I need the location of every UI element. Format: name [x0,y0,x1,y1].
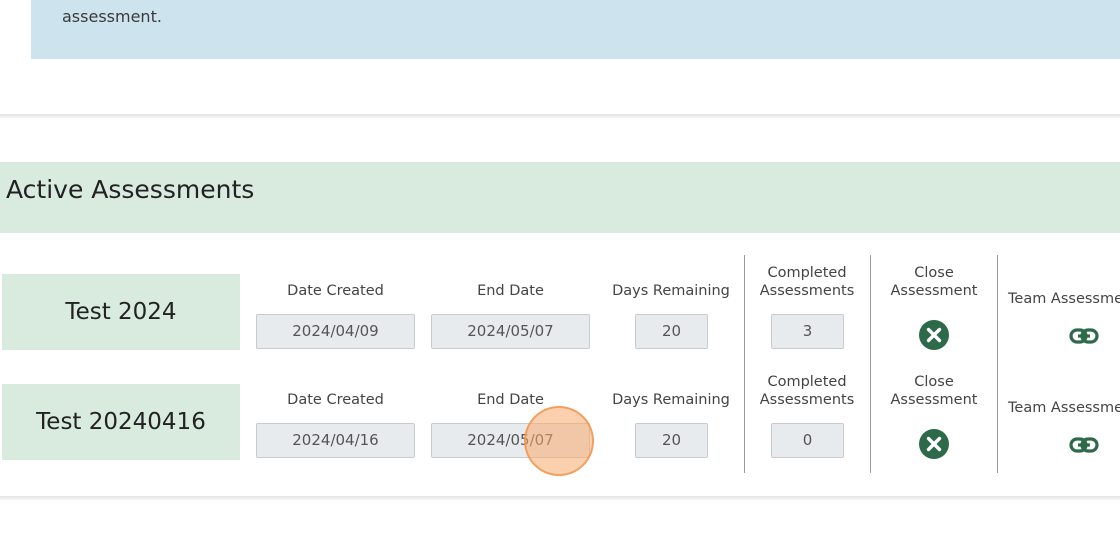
end-date-label: End Date [477,392,544,408]
end-date-field[interactable]: 2024/05/07 [431,314,590,349]
info-banner [31,0,1120,59]
assessment-row: Test 2024 Date Created 2024/04/09 End Da… [0,255,1120,365]
completed-assessments-field: 0 [771,423,844,458]
column-divider [997,255,998,364]
end-date-field[interactable]: 2024/05/07 [431,423,590,458]
section-title: Active Assessments [6,175,255,204]
assessment-row: Test 20240416 Date Created 2024/04/16 En… [0,364,1120,474]
column-divider [870,364,871,473]
assessment-name[interactable]: Test 2024 [2,274,240,350]
close-label-line1: Close [914,374,954,390]
completed-label-line1: Completed [767,265,847,281]
column-divider [997,364,998,473]
date-created-field[interactable]: 2024/04/16 [256,423,415,458]
close-label-line2: Assessment [890,283,978,299]
close-label-line1: Close [914,265,954,281]
team-assessment-label: Team Assessment [1008,291,1120,307]
completed-label-line1: Completed [767,374,847,390]
section-divider [0,114,1120,118]
info-banner-text: assessment. [62,7,162,26]
column-divider [744,364,745,473]
column-divider [744,255,745,364]
date-created-label: Date Created [287,283,384,299]
close-assessment-label: Close Assessment [879,264,989,300]
close-assessment-label: Close Assessment [879,373,989,409]
assessment-name[interactable]: Test 20240416 [2,384,240,460]
link-icon[interactable] [1069,430,1099,460]
days-remaining-field: 20 [635,314,708,349]
completed-assessments-label: Completed Assessments [752,264,862,300]
link-icon[interactable] [1069,321,1099,351]
completed-label-line2: Assessments [759,283,855,299]
date-created-field[interactable]: 2024/04/09 [256,314,415,349]
close-circle-icon[interactable] [919,320,949,350]
completed-label-line2: Assessments [759,392,855,408]
close-circle-icon[interactable] [919,429,949,459]
page: assessment. Active Assessments Test 2024… [0,0,1120,543]
days-remaining-field: 20 [635,423,708,458]
completed-assessments-field: 3 [771,314,844,349]
end-date-label: End Date [477,283,544,299]
date-created-label: Date Created [287,392,384,408]
team-assessment-label: Team Assessment [1008,400,1120,416]
days-remaining-label: Days Remaining [612,392,730,408]
column-divider [870,255,871,364]
completed-assessments-label: Completed Assessments [752,373,862,409]
close-label-line2: Assessment [890,392,978,408]
card-bottom-shadow [0,496,1120,500]
days-remaining-label: Days Remaining [612,283,730,299]
